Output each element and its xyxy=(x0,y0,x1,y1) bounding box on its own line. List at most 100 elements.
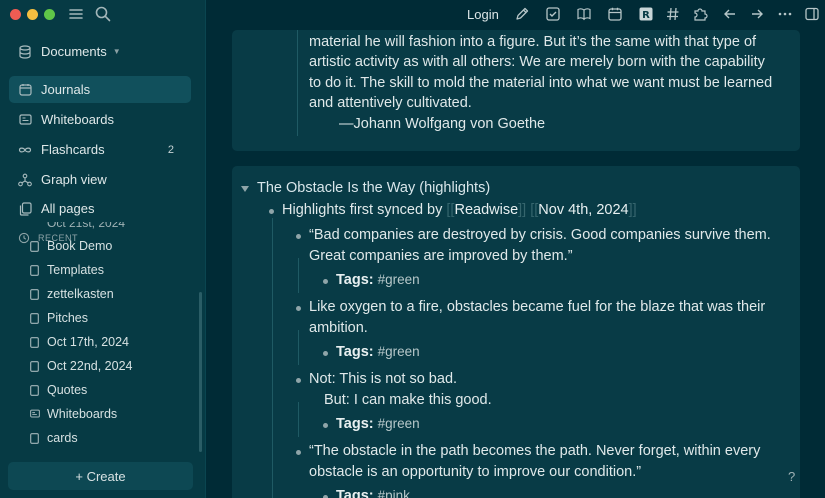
tags-line[interactable]: Tags: #green xyxy=(336,416,420,432)
help-button[interactable]: ? xyxy=(788,469,795,484)
infinity-icon xyxy=(18,143,32,157)
recent-item-zettelkasten[interactable]: zettelkasten xyxy=(30,283,114,305)
page-icon xyxy=(30,240,40,252)
sidebar-item-whiteboards[interactable]: Whiteboards xyxy=(9,106,191,133)
sidebar-scrollbar[interactable] xyxy=(199,292,202,452)
main-content: material he will fashion into a figure. … xyxy=(206,30,825,498)
arrow-left-icon[interactable] xyxy=(722,6,738,22)
tag-link[interactable]: #green xyxy=(378,416,420,431)
recent-item-label: Quotes xyxy=(47,383,88,397)
more-icon[interactable] xyxy=(777,6,793,22)
bullet-icon[interactable] xyxy=(323,279,328,284)
highlight-text-line[interactable]: But: I can make this good. xyxy=(324,392,492,408)
pages-icon xyxy=(18,201,32,216)
recent-item-label: cards xyxy=(47,431,78,445)
maximize-window-button[interactable] xyxy=(44,9,55,20)
arrow-right-icon[interactable] xyxy=(749,6,765,22)
minimize-window-button[interactable] xyxy=(27,9,38,20)
bullet-icon[interactable] xyxy=(323,423,328,428)
sidebar-item-all-pages[interactable]: All pages xyxy=(9,195,191,222)
recent-item-pitches[interactable]: Pitches xyxy=(30,307,88,329)
page-ref-date[interactable]: Nov 4th, 2024 xyxy=(538,202,628,218)
quote-text-line[interactable]: and attentively cultivated. xyxy=(309,95,472,111)
block-guide-line xyxy=(298,330,299,365)
page-ref-readwise[interactable]: Readwise xyxy=(454,202,518,218)
recent-item-label: Templates xyxy=(47,263,104,277)
tags-line[interactable]: Tags: #green xyxy=(336,272,420,288)
quote-text-line[interactable]: artistic activity as with all others: We… xyxy=(309,54,765,70)
tags-key: Tags: xyxy=(336,344,374,360)
recent-item-label: Oct 22nd, 2024 xyxy=(47,359,133,373)
tag-link[interactable]: #green xyxy=(378,344,420,359)
tags-line[interactable]: Tags: #pink xyxy=(336,488,410,498)
whiteboard-icon xyxy=(18,113,32,127)
highlight-text-line[interactable]: “The obstacle in the path becomes the pa… xyxy=(309,443,760,459)
pen-icon[interactable] xyxy=(514,6,530,22)
recent-item-whiteboards[interactable]: Whiteboards xyxy=(30,403,117,425)
recent-item-cards[interactable]: cards xyxy=(30,427,78,449)
sidebar-item-graph-view[interactable]: Graph view xyxy=(9,166,191,193)
whiteboard-icon xyxy=(30,408,40,420)
recent-item-templates[interactable]: Templates xyxy=(30,259,104,281)
search-icon[interactable] xyxy=(94,5,112,23)
menu-icon[interactable] xyxy=(67,5,85,23)
recent-item-quotes[interactable]: Quotes xyxy=(30,379,87,401)
block-guide-line xyxy=(298,258,299,293)
right-sidebar-toggle-icon[interactable] xyxy=(804,6,820,22)
recent-item-clipped[interactable]: Oct 21st, 2024 xyxy=(47,222,125,230)
recent-item-label: Book Demo xyxy=(47,239,113,253)
checkbox-icon[interactable] xyxy=(545,6,561,22)
highlight-text-line[interactable]: Like oxygen to a fire, obstacles became … xyxy=(309,299,765,315)
recent-item-label: Pitches xyxy=(47,311,88,325)
calendar-icon xyxy=(18,83,32,97)
close-window-button[interactable] xyxy=(10,9,21,20)
quote-text-line[interactable]: material he will fashion into a figure. … xyxy=(309,34,756,50)
bullet-icon[interactable] xyxy=(323,351,328,356)
highlight-text-line[interactable]: “Bad companies are destroyed by crisis. … xyxy=(309,227,771,243)
history-icon xyxy=(18,232,30,244)
recent-item-label: zettelkasten xyxy=(47,287,114,301)
workspace-name: Documents xyxy=(41,44,107,59)
sidebar-item-label: Graph view xyxy=(41,172,107,187)
calendar-icon[interactable] xyxy=(607,6,623,22)
recent-item-oct-17[interactable]: Oct 17th, 2024 xyxy=(30,331,129,353)
sidebar-item-flashcards[interactable]: Flashcards 2 xyxy=(9,136,191,163)
recent-item-oct-22[interactable]: Oct 22nd, 2024 xyxy=(30,355,132,377)
left-sidebar: Documents ▼ Journals Whiteboards Flashca… xyxy=(0,0,206,498)
hashtag-icon[interactable] xyxy=(665,6,681,22)
page-icon xyxy=(30,336,40,348)
readwise-icon[interactable]: R xyxy=(638,6,654,22)
database-icon xyxy=(18,44,32,59)
highlight-text-line[interactable]: Great companies are improved by them.” xyxy=(309,248,573,264)
highlight-text-line[interactable]: ambition. xyxy=(309,320,368,336)
tag-link[interactable]: #green xyxy=(378,272,420,287)
highlight-text-line[interactable]: obstacle is an opportunity to improve ou… xyxy=(309,464,641,480)
highlights-title[interactable]: The Obstacle Is the Way (highlights) xyxy=(257,180,490,196)
tag-link[interactable]: #pink xyxy=(378,488,410,498)
tags-key: Tags: xyxy=(336,272,374,288)
create-button[interactable]: + Create xyxy=(8,462,193,490)
quote-author[interactable]: —Johann Wolfgang von Goethe xyxy=(339,116,545,132)
book-icon[interactable] xyxy=(576,6,592,22)
puzzle-icon[interactable] xyxy=(692,6,708,22)
workspace-selector[interactable]: Documents ▼ xyxy=(9,38,191,65)
quote-text-line[interactable]: to do it. The skill to mold the material… xyxy=(309,75,772,91)
synced-line[interactable]: Highlights first synced by [[Readwise]] … xyxy=(282,202,637,218)
recent-item-label: Oct 17th, 2024 xyxy=(47,335,130,349)
bullet-icon[interactable] xyxy=(296,234,301,239)
bullet-icon[interactable] xyxy=(296,378,301,383)
recent-list: Oct 21st, 2024 RECENT Book Demo Template… xyxy=(0,222,206,454)
graph-icon xyxy=(18,173,32,187)
flashcards-count-badge: 2 xyxy=(167,143,174,156)
sidebar-item-label: All pages xyxy=(41,201,95,216)
recent-item-book-demo[interactable]: Book Demo xyxy=(30,235,112,257)
collapse-toggle-icon[interactable] xyxy=(241,186,249,192)
block-guide-line xyxy=(272,218,273,498)
login-button[interactable]: Login xyxy=(467,7,499,22)
highlight-text-line[interactable]: Not: This is not so bad. xyxy=(309,371,457,387)
bullet-icon[interactable] xyxy=(296,306,301,311)
bullet-icon[interactable] xyxy=(269,209,274,214)
tags-line[interactable]: Tags: #green xyxy=(336,344,420,360)
sidebar-item-journals[interactable]: Journals xyxy=(9,76,191,103)
bullet-icon[interactable] xyxy=(296,450,301,455)
